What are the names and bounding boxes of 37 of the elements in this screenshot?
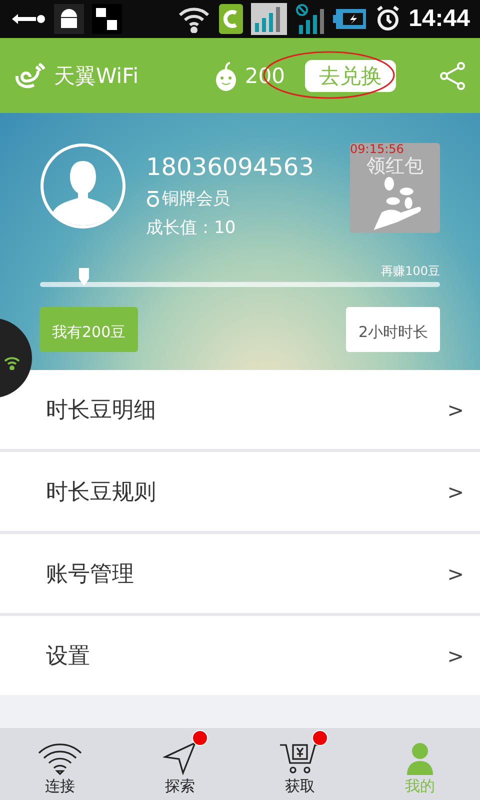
signal-icon: [250, 3, 287, 35]
navigation-arrow-icon: [163, 741, 197, 775]
signal-blocked-icon: [294, 3, 325, 35]
menu-item[interactable]: 时长豆明细 >: [0, 370, 480, 449]
chevron: >: [447, 562, 464, 586]
growth-value: 成长值：10: [146, 217, 237, 239]
phone-number: 18036094563: [146, 153, 315, 181]
nav-tab[interactable]: 探索: [120, 728, 240, 800]
usb-icon: [10, 11, 46, 27]
menu-item[interactable]: 设置 >: [0, 616, 480, 695]
chevron: >: [447, 644, 464, 668]
chevron: >: [447, 480, 464, 504]
wifi-icon: [37, 741, 83, 775]
wifi-icon: [4, 356, 20, 370]
current-beans: 我有200豆: [40, 307, 138, 352]
logo-icon: [14, 62, 46, 88]
battery-icon: [332, 8, 367, 30]
nav-tab[interactable]: 获取: [240, 728, 360, 800]
app-icon: [218, 4, 243, 34]
remaining-beans: 再赚100豆: [381, 263, 440, 280]
countdown-timer: 09:15:56: [350, 143, 404, 156]
clock-time: 14:44: [408, 5, 470, 33]
wifi-signal-icon: [176, 5, 211, 33]
membership-level: 铜牌会员: [162, 188, 230, 210]
menu-item[interactable]: 时长豆规则 >: [0, 452, 480, 531]
nav-tab[interactable]: 连接: [0, 728, 120, 800]
menu-item[interactable]: 账号管理 >: [0, 534, 480, 613]
share-icon[interactable]: [440, 62, 466, 90]
target-reward: 2小时时长: [346, 307, 440, 352]
bonus-packet-label: 领红包: [366, 156, 424, 176]
alarm-clock-icon: [374, 5, 401, 33]
avatar-icon[interactable]: [40, 143, 126, 229]
app-name: 天翼WiFi: [54, 62, 139, 90]
chevron: >: [447, 398, 464, 422]
bean-mascot-icon: [214, 60, 237, 90]
medal-icon: [146, 190, 160, 206]
user-icon: [405, 741, 435, 775]
